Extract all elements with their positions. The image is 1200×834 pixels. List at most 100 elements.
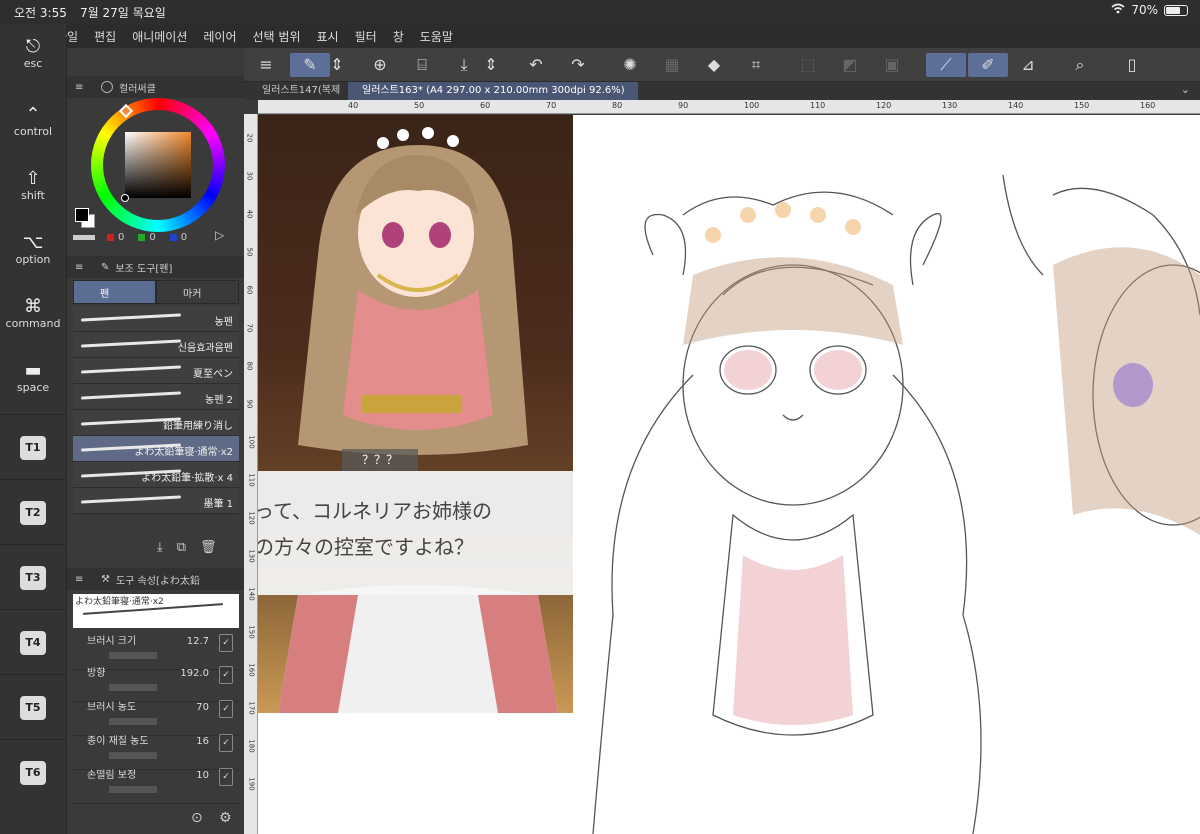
property-toggle-icon[interactable]: ✓ [219, 734, 233, 752]
ruler-tick-label: 190 [247, 777, 256, 791]
property-value[interactable]: 70 [196, 702, 209, 713]
shortcut-control[interactable]: ⌃ control [0, 104, 66, 138]
menu-item[interactable]: 애니메이션 [132, 28, 187, 45]
tab-illust163[interactable]: 일러스트163* (A4 297.00 x 210.00mm 300dpi 92… [348, 82, 638, 100]
tkey-t2[interactable]: T2 [20, 501, 46, 525]
property-slider[interactable] [109, 684, 157, 691]
tkey-t1[interactable]: T1 [20, 436, 46, 460]
color-circle-tab-icon[interactable] [101, 81, 113, 93]
duplicate-icon[interactable]: ⧉ [177, 540, 186, 555]
menu-item[interactable]: 레이어 [203, 28, 236, 45]
brush-item[interactable]: 墨筆 1 [73, 488, 239, 514]
property-toggle-icon[interactable]: ✓ [219, 700, 233, 718]
menu-item[interactable]: 선택 범위 [253, 28, 301, 45]
loading-icon[interactable]: ✺ [618, 53, 642, 77]
speaker-name: ？？？ [342, 449, 418, 471]
quick-access-icon[interactable]: ✎ [290, 53, 330, 77]
color-marker[interactable] [121, 194, 129, 202]
menu-item[interactable]: 필터 [355, 28, 377, 45]
pen-tab-icon[interactable]: ✎ [101, 262, 109, 273]
brush-name: よわ太鉛筆·拡散·x 4 [141, 473, 233, 484]
brush-item[interactable]: 농펜 [73, 306, 239, 332]
save-icon[interactable]: ⤓ [452, 53, 476, 77]
tkey-t5[interactable]: T5 [20, 696, 46, 720]
chevron-updown-icon[interactable]: ⇕ [484, 53, 498, 77]
panel-menu-icon[interactable]: ≡ [75, 574, 87, 585]
ruler-tick-label: 60 [245, 285, 254, 295]
property-toggle-icon[interactable]: ✓ [219, 634, 233, 652]
divider [0, 609, 66, 610]
invert-selection-icon[interactable]: ◩ [838, 53, 862, 77]
trash-icon[interactable]: 🗑 [200, 540, 217, 555]
menu-item[interactable]: 창 [393, 28, 404, 45]
property-slider[interactable] [109, 718, 157, 725]
device-icon[interactable]: ▯ [1120, 53, 1144, 77]
menu-icon[interactable]: ≡ [254, 53, 278, 77]
vertical-ruler: 20 30 40 50 60 70 80 90 100 110 120 130 140 150 160 170… [244, 114, 258, 834]
brush-item[interactable]: 농펜 2 [73, 384, 239, 410]
menu-item[interactable]: 도움말 [420, 28, 453, 45]
subtool-panel-title[interactable]: 보조 도구[펜] [115, 260, 172, 275]
brush-item[interactable]: 夏至ペン [73, 358, 239, 384]
property-value[interactable]: 16 [196, 736, 209, 747]
property-toggle-icon[interactable]: ✓ [219, 768, 233, 786]
guide-icon[interactable]: ⊿ [1016, 53, 1040, 77]
tab-illust147[interactable]: 일러스트147(복제 [248, 82, 348, 100]
brush-item[interactable]: よわ太鉛筆·拡散·x 4 [73, 462, 239, 488]
shortcut-label: shift [21, 189, 45, 202]
play-icon[interactable]: ▷ [215, 228, 224, 242]
saturation-value-square[interactable] [125, 132, 191, 198]
drawing-canvas[interactable]: ？？？ って、コルネリアお姉様の の方々の控室ですよね？ [258, 115, 1200, 834]
import-icon[interactable]: ⤓ [157, 540, 163, 555]
redo-icon[interactable]: ↷ [566, 53, 590, 77]
search-icon[interactable]: ⌕ [1068, 53, 1092, 77]
property-toggle-icon[interactable]: ✓ [219, 666, 233, 684]
shortcut-space[interactable]: ▬ space [0, 360, 66, 394]
tab-marker[interactable]: 마커 [156, 280, 239, 304]
property-slider[interactable] [109, 752, 157, 759]
shortcut-command[interactable]: ⌘ command [0, 296, 66, 330]
shortcut-shift[interactable]: ⇧ shift [0, 168, 66, 202]
wrench-icon[interactable]: ⚙ [219, 810, 232, 826]
brush-item[interactable]: 신음효과음펜 [73, 332, 239, 358]
menu-item[interactable]: 편집 [94, 28, 116, 45]
ruler-snap-icon[interactable]: ⟋ [926, 53, 966, 77]
brush-name: よわ太鉛筆寝·通常·x2 [134, 447, 233, 458]
wrench-tab-icon[interactable]: ⚒ [101, 574, 110, 585]
open-folder-icon[interactable]: ⌸ [410, 53, 434, 77]
color-panel-title[interactable]: 컬러써클 [119, 80, 156, 95]
fill-icon[interactable]: ◆ [702, 53, 726, 77]
property-slider[interactable] [109, 786, 157, 793]
transform-icon[interactable]: ⌗ [744, 53, 768, 77]
panel-menu-icon[interactable]: ≡ [75, 82, 87, 93]
undo-icon[interactable]: ↶ [524, 53, 548, 77]
new-canvas-icon[interactable]: ⊕ [368, 53, 392, 77]
clear-icon[interactable]: ▦ [660, 53, 684, 77]
pen-snap-icon[interactable]: ✐ [968, 53, 1008, 77]
brush-name: 鉛筆用練り消し [163, 421, 233, 432]
tab-pen[interactable]: 펜 [73, 280, 156, 304]
crop-icon[interactable]: ▣ [880, 53, 904, 77]
brush-name: 농펜 [214, 317, 233, 328]
brush-item[interactable]: よわ太鉛筆寝·通常·x2 [73, 436, 239, 462]
property-slider[interactable] [109, 652, 157, 659]
shortcut-option[interactable]: ⌥ option [0, 232, 66, 266]
property-value[interactable]: 10 [196, 770, 209, 781]
divider [0, 414, 66, 415]
chevron-down-icon[interactable]: ⌄ [1181, 83, 1190, 96]
panel-menu-icon[interactable]: ≡ [75, 262, 87, 273]
foreground-color-chip[interactable] [75, 208, 89, 222]
chevron-updown-icon[interactable]: ⇕ [330, 53, 344, 77]
menu-item[interactable]: 표시 [317, 28, 339, 45]
property-value[interactable]: 192.0 [180, 668, 209, 679]
shortcut-esc[interactable]: ⎋ esc [0, 36, 66, 70]
brush-item[interactable]: 鉛筆用練り消し [73, 410, 239, 436]
tkey-t6[interactable]: T6 [20, 761, 46, 785]
ruler-tick-label: 110 [810, 101, 826, 110]
settings-dial-icon[interactable]: ⊙ [191, 810, 203, 826]
property-value[interactable]: 12.7 [187, 636, 209, 647]
tkey-t3[interactable]: T3 [20, 566, 46, 590]
tkey-t4[interactable]: T4 [20, 631, 46, 655]
deselect-icon[interactable]: ⬚ [796, 53, 820, 77]
tool-property-title[interactable]: 도구 속성[よわ太鉛 [116, 572, 200, 587]
